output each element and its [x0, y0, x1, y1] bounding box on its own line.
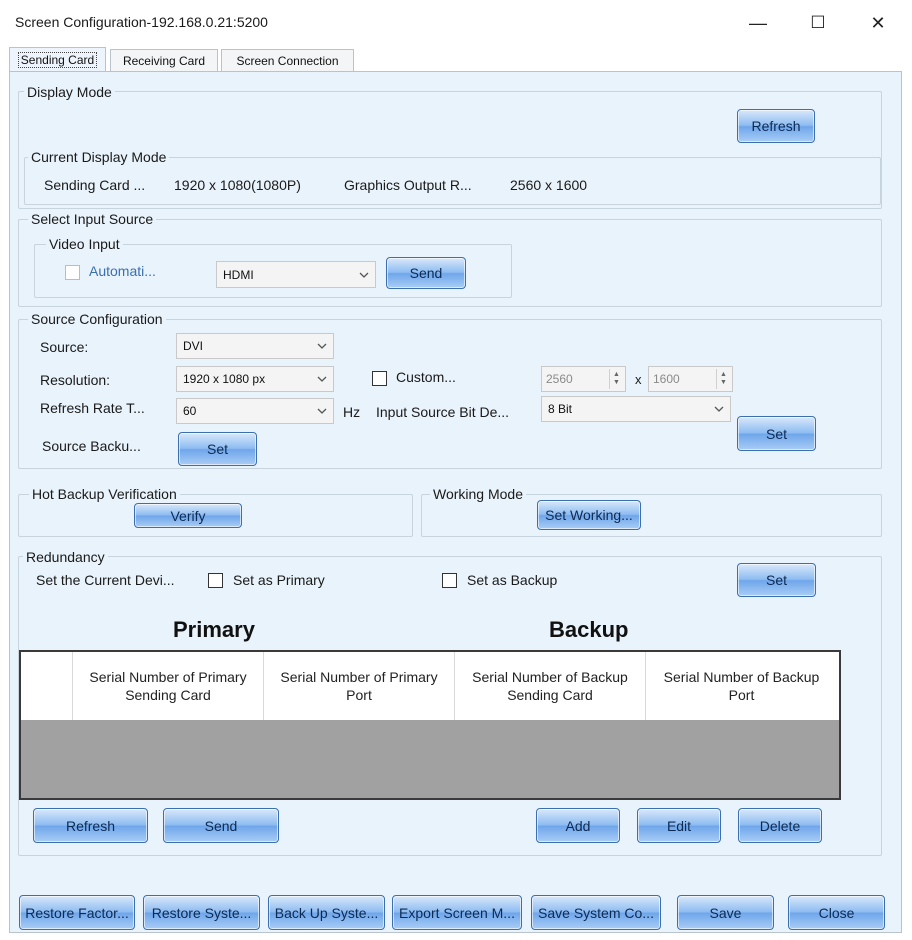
restore-system-button[interactable]: Restore Syste... — [143, 895, 260, 930]
restore-factory-button[interactable]: Restore Factor... — [19, 895, 135, 930]
add-button[interactable]: Add — [536, 808, 620, 843]
tab-screen-connection[interactable]: Screen Connection — [221, 49, 354, 71]
save-button[interactable]: Save — [677, 895, 774, 930]
chevron-down-icon — [317, 376, 327, 382]
chevron-down-icon — [317, 343, 327, 349]
close-window-button[interactable]: ✕ — [850, 0, 906, 46]
video-input-send-button[interactable]: Send — [386, 257, 466, 289]
custom-x-separator: x — [635, 372, 642, 387]
primary-port-column-header[interactable]: Serial Number of Primary Port — [264, 652, 455, 720]
edit-button[interactable]: Edit — [637, 808, 721, 843]
source-backup-set-button[interactable]: Set — [178, 432, 257, 466]
resolution-select-value: 1920 x 1080 px — [183, 372, 266, 386]
redundancy-refresh-button[interactable]: Refresh — [33, 808, 148, 843]
primary-header: Primary — [173, 617, 255, 642]
video-input-legend: Video Input — [46, 236, 123, 252]
refresh-rate-label: Refresh Rate T... — [40, 400, 145, 416]
save-system-config-button[interactable]: Save System Co... — [531, 895, 661, 930]
minimize-button[interactable]: — — [730, 0, 786, 46]
source-config-set-button[interactable]: Set — [737, 416, 816, 451]
graphics-output-label: Graphics Output R... — [344, 177, 472, 193]
backup-header: Backup — [549, 617, 629, 642]
delete-button[interactable]: Delete — [738, 808, 822, 843]
bit-depth-select[interactable]: 8 Bit — [541, 396, 731, 422]
chevron-down-icon — [359, 272, 369, 278]
redundancy-legend: Redundancy — [23, 549, 108, 565]
spinner-arrows-icon[interactable]: ▲ ▼ — [716, 369, 730, 389]
display-mode-refresh-button[interactable]: Refresh — [737, 109, 815, 143]
set-as-primary-label: Set as Primary — [233, 572, 325, 588]
source-backup-label: Source Backu... — [42, 438, 141, 454]
current-display-mode-legend: Current Display Mode — [28, 149, 170, 165]
refresh-rate-select-value: 60 — [183, 404, 197, 418]
source-select-value: DVI — [183, 339, 204, 353]
working-mode-legend: Working Mode — [430, 486, 527, 502]
custom-label: Custom... — [396, 369, 456, 385]
refresh-rate-select[interactable]: 60 — [176, 398, 334, 424]
redundancy-table[interactable]: Serial Number of Primary Sending Card Se… — [19, 650, 841, 800]
window-title: Screen Configuration-192.168.0.21:5200 — [15, 14, 268, 30]
tab-screen-connection-label: Screen Connection — [236, 53, 339, 68]
source-select[interactable]: DVI — [176, 333, 334, 359]
hot-backup-legend: Hot Backup Verification — [29, 486, 180, 502]
close-button[interactable]: Close — [788, 895, 885, 930]
row-indicator-column-header — [21, 652, 73, 720]
source-label: Source: — [40, 339, 89, 355]
video-input-select-value: HDMI — [223, 267, 254, 282]
set-as-primary-checkbox[interactable] — [208, 573, 223, 588]
set-as-backup-checkbox[interactable] — [442, 573, 457, 588]
chevron-down-icon — [317, 408, 327, 414]
title-bar: Screen Configuration-192.168.0.21:5200 —… — [0, 0, 912, 46]
primary-sending-card-column-header[interactable]: Serial Number of Primary Sending Card — [73, 652, 264, 720]
maximize-button[interactable]: ☐ — [790, 0, 846, 46]
resolution-label: Resolution: — [40, 372, 111, 388]
tab-receiving-card[interactable]: Receiving Card — [110, 49, 218, 71]
back-up-system-button[interactable]: Back Up Syste... — [268, 895, 385, 930]
source-configuration-legend: Source Configuration — [28, 311, 166, 327]
sending-card-value: 1920 x 1080(1080P) — [174, 177, 301, 193]
custom-checkbox[interactable] — [372, 371, 387, 386]
backup-sending-card-column-header[interactable]: Serial Number of Backup Sending Card — [455, 652, 646, 720]
export-screen-button[interactable]: Export Screen M... — [392, 895, 522, 930]
graphics-output-value: 2560 x 1600 — [510, 177, 588, 193]
bit-depth-select-value: 8 Bit — [548, 402, 573, 416]
custom-width-value: 2560 — [546, 372, 573, 386]
chevron-down-icon — [714, 406, 724, 412]
automatic-label: Automati... — [89, 263, 156, 279]
redundancy-send-button[interactable]: Send — [163, 808, 279, 843]
custom-width-input[interactable]: 2560 ▲ ▼ — [541, 366, 626, 392]
set-working-button[interactable]: Set Working... — [537, 500, 641, 530]
select-input-source-legend: Select Input Source — [28, 211, 157, 227]
custom-height-input[interactable]: 1600 ▲ ▼ — [648, 366, 733, 392]
spinner-arrows-icon[interactable]: ▲ ▼ — [609, 369, 623, 389]
redundancy-set-button[interactable]: Set — [737, 563, 816, 597]
hz-label: Hz — [343, 404, 361, 420]
current-device-label: Set the Current Devi... — [36, 572, 175, 588]
automatic-checkbox[interactable] — [65, 265, 80, 280]
resolution-select[interactable]: 1920 x 1080 px — [176, 366, 334, 392]
tab-sending-card[interactable]: Sending Card — [9, 47, 106, 72]
set-as-backup-label: Set as Backup — [467, 572, 558, 588]
bit-depth-label: Input Source Bit De... — [376, 404, 510, 420]
custom-height-value: 1600 — [653, 372, 680, 386]
video-input-select[interactable]: HDMI — [216, 261, 376, 288]
tab-receiving-card-label: Receiving Card — [122, 53, 206, 68]
verify-button[interactable]: Verify — [134, 503, 242, 528]
tab-sending-card-label: Sending Card — [17, 52, 98, 68]
redundancy-table-header: Serial Number of Primary Sending Card Se… — [21, 652, 839, 720]
backup-port-column-header[interactable]: Serial Number of Backup Port — [646, 652, 837, 720]
display-mode-legend: Display Mode — [24, 84, 115, 100]
sending-card-label: Sending Card ... — [44, 177, 146, 193]
